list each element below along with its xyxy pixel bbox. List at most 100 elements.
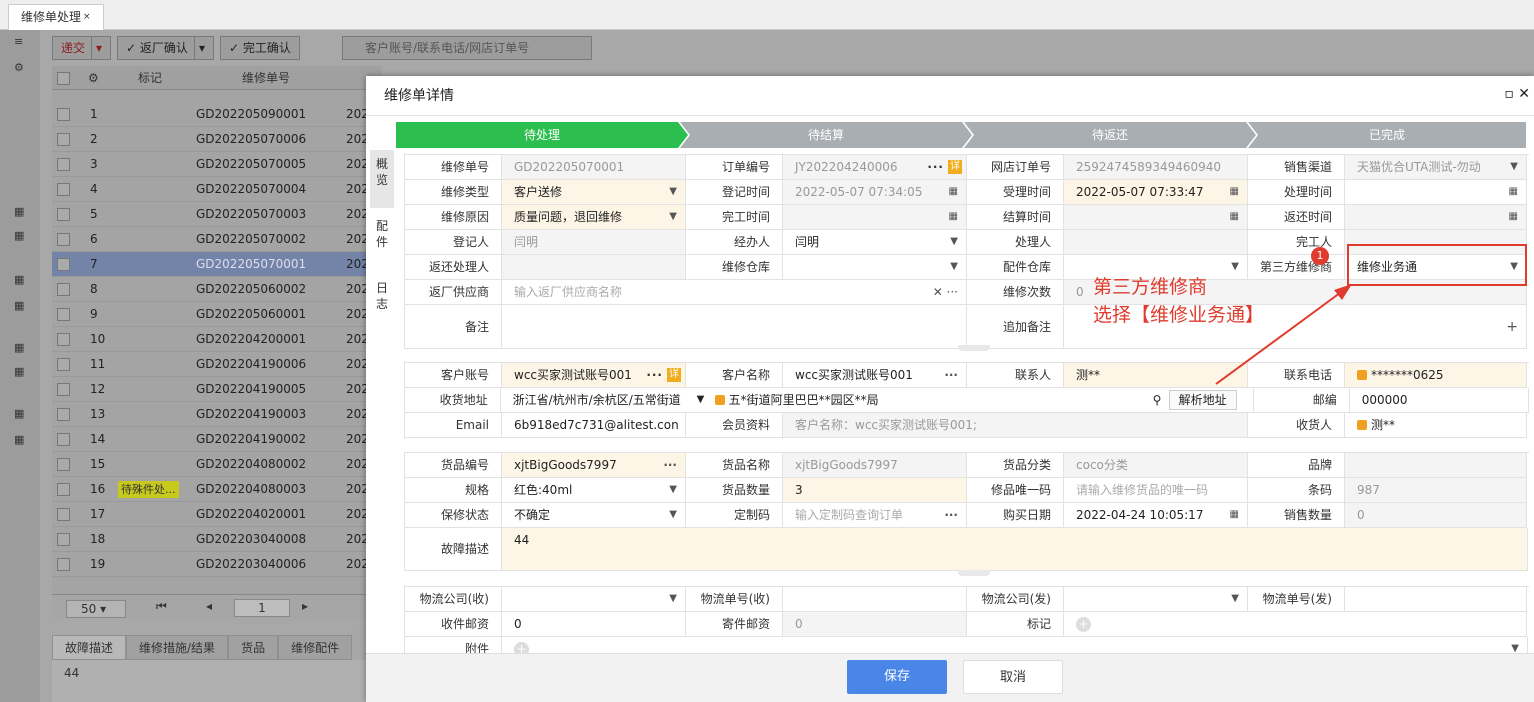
- plus-icon[interactable]: +: [1506, 305, 1518, 348]
- table-row[interactable]: 13 GD202204190003 202: [52, 402, 382, 427]
- receiver-field[interactable]: 测**: [1345, 413, 1527, 438]
- row-checkbox[interactable]: [57, 158, 70, 171]
- parse-address-button[interactable]: 解析地址: [1168, 390, 1237, 410]
- table-row[interactable]: 11 GD202204190006 202: [52, 352, 382, 377]
- register-time-field[interactable]: 2022-05-07 07:34:05 ▦: [783, 180, 967, 205]
- add-mark-icon[interactable]: +: [1076, 617, 1091, 632]
- save-button[interactable]: 保存: [847, 660, 947, 694]
- row-checkbox[interactable]: [57, 383, 70, 396]
- row-checkbox[interactable]: [57, 283, 70, 296]
- fault-desc-textarea[interactable]: 44: [502, 528, 1528, 571]
- calendar-icon[interactable]: ▦: [14, 366, 28, 378]
- calendar-icon[interactable]: ▦: [949, 180, 958, 204]
- calendar-icon[interactable]: ▦: [1230, 205, 1239, 229]
- table-row[interactable]: 6 GD202205070002 202: [52, 227, 382, 252]
- process-time-field[interactable]: ▦: [1345, 180, 1527, 205]
- calendar-icon[interactable]: ▦: [14, 230, 28, 242]
- search-input[interactable]: 客户账号/联系电话/网店订单号: [342, 36, 592, 60]
- row-checkbox[interactable]: [57, 308, 70, 321]
- calendar-icon[interactable]: ▦: [14, 206, 28, 218]
- table-row[interactable]: 7 GD202205070001 202: [52, 252, 382, 277]
- menu-icon[interactable]: ≡: [14, 36, 28, 48]
- return-time-field[interactable]: ▦: [1345, 205, 1527, 230]
- row-checkbox[interactable]: [57, 208, 70, 221]
- customer-account-field[interactable]: wcc买家测试账号001 ··· 详: [502, 363, 686, 388]
- row-checkbox[interactable]: [57, 408, 70, 421]
- table-row[interactable]: 4 GD202205070004 202: [52, 177, 382, 202]
- row-checkbox[interactable]: [57, 358, 70, 371]
- sales-channel-select[interactable]: 天猫优合UTA测试-勿动 ▼: [1345, 155, 1527, 180]
- side-tab-parts[interactable]: 配件: [370, 212, 394, 270]
- tab-close-icon[interactable]: ×: [83, 12, 91, 22]
- table-row[interactable]: 18 GD202203040008 202: [52, 527, 382, 552]
- more-icon[interactable]: ···: [646, 363, 663, 387]
- row-checkbox[interactable]: [57, 433, 70, 446]
- phone-field[interactable]: *******0625: [1345, 363, 1527, 388]
- region-select[interactable]: 浙江省/杭州市/余杭区/五常街道: [513, 388, 713, 412]
- customer-name-field[interactable]: wcc买家测试账号001 ···: [783, 363, 967, 388]
- clear-more-icon[interactable]: ✕ ···: [933, 280, 958, 304]
- calendar-icon[interactable]: ▦: [1230, 503, 1239, 527]
- row-checkbox[interactable]: [57, 183, 70, 196]
- calendar-icon[interactable]: ▦: [1509, 205, 1518, 229]
- location-pin-icon[interactable]: ⚲: [1153, 388, 1162, 412]
- row-checkbox[interactable]: [57, 508, 70, 521]
- gear-icon[interactable]: ⚙: [88, 66, 99, 90]
- calendar-icon[interactable]: ▦: [1509, 180, 1518, 204]
- settle-time-field[interactable]: ▦: [1064, 205, 1248, 230]
- table-row[interactable]: 17 GD202204020001 202: [52, 502, 382, 527]
- chevron-down-icon[interactable]: ▼: [697, 388, 705, 412]
- zip-field[interactable]: 000000: [1349, 388, 1529, 413]
- tab-goods[interactable]: 货品: [228, 635, 279, 660]
- tab-fault[interactable]: 故障描述: [52, 635, 127, 660]
- goods-code-field[interactable]: xjtBigGoods7997 ···: [502, 453, 686, 478]
- side-tab-log[interactable]: 日志: [370, 274, 394, 332]
- calendar-icon[interactable]: ▦: [1230, 180, 1239, 204]
- return-confirm-button[interactable]: ✓ 返厂确认 ▾: [117, 36, 214, 60]
- prev-page-icon[interactable]: ◂: [206, 599, 212, 613]
- row-checkbox[interactable]: [57, 533, 70, 546]
- return-supplier-input[interactable]: 输入返厂供应商名称 ✕ ···: [502, 280, 967, 305]
- calendar-icon[interactable]: ▦: [949, 205, 958, 229]
- table-row[interactable]: 5 GD202205070003 202: [52, 202, 382, 227]
- close-icon[interactable]: ✕: [1518, 86, 1530, 102]
- calendar-icon[interactable]: ▦: [14, 434, 28, 446]
- spec-select[interactable]: 红色:40ml ▼: [502, 478, 686, 503]
- detail-badge[interactable]: 详: [667, 368, 681, 382]
- table-row[interactable]: 3 GD202205070005 202: [52, 152, 382, 177]
- tracking-no-in-input[interactable]: [783, 587, 967, 612]
- finish-confirm-button[interactable]: ✓ 完工确认: [219, 36, 300, 60]
- chevron-down-icon[interactable]: ▾: [193, 37, 205, 59]
- logistics-company-out-select[interactable]: ▼: [1064, 587, 1248, 612]
- next-page-icon[interactable]: ▸: [302, 599, 308, 613]
- goods-qty-field[interactable]: 3: [783, 478, 967, 503]
- detail-badge[interactable]: 详: [948, 160, 962, 174]
- table-row[interactable]: 16 待殊件处... GD202204080003 202: [52, 477, 382, 502]
- warranty-select[interactable]: 不确定 ▼: [502, 503, 686, 528]
- calendar-icon[interactable]: ▦: [14, 300, 28, 312]
- street-input[interactable]: 五*街道阿里巴巴**园区**局: [714, 388, 879, 412]
- chevron-down-icon[interactable]: ▾: [91, 37, 102, 59]
- email-field[interactable]: 6b918ed7c731@alitest.con: [502, 413, 686, 438]
- repair-warehouse-select[interactable]: ▼: [783, 255, 967, 280]
- tab-parts[interactable]: 维修配件: [278, 635, 353, 660]
- purchase-date-field[interactable]: 2022-04-24 10:05:17 ▦: [1064, 503, 1248, 528]
- gear-icon[interactable]: ⚙: [14, 62, 28, 74]
- row-checkbox[interactable]: [57, 133, 70, 146]
- submit-button[interactable]: 递交 ▾: [52, 36, 112, 60]
- collapse-handle[interactable]: [404, 345, 1529, 351]
- table-row[interactable]: 14 GD202204190002 202: [52, 427, 382, 452]
- row-checkbox[interactable]: [57, 258, 70, 271]
- table-row[interactable]: 1 GD202205090001 202: [52, 102, 382, 127]
- calendar-icon[interactable]: ▦: [14, 274, 28, 286]
- collapse-handle[interactable]: [404, 570, 1529, 576]
- table-row[interactable]: 12 GD202204190005 202: [52, 377, 382, 402]
- row-checkbox[interactable]: [57, 108, 70, 121]
- row-checkbox[interactable]: [57, 458, 70, 471]
- table-row[interactable]: 19 GD202203040006 202: [52, 552, 382, 577]
- maximize-icon[interactable]: ▫: [1504, 86, 1514, 102]
- finish-time-field[interactable]: ▦: [783, 205, 967, 230]
- accept-time-field[interactable]: 2022-05-07 07:33:47 ▦: [1064, 180, 1248, 205]
- receive-postage-field[interactable]: 0: [502, 612, 686, 637]
- more-icon[interactable]: ···: [663, 453, 677, 477]
